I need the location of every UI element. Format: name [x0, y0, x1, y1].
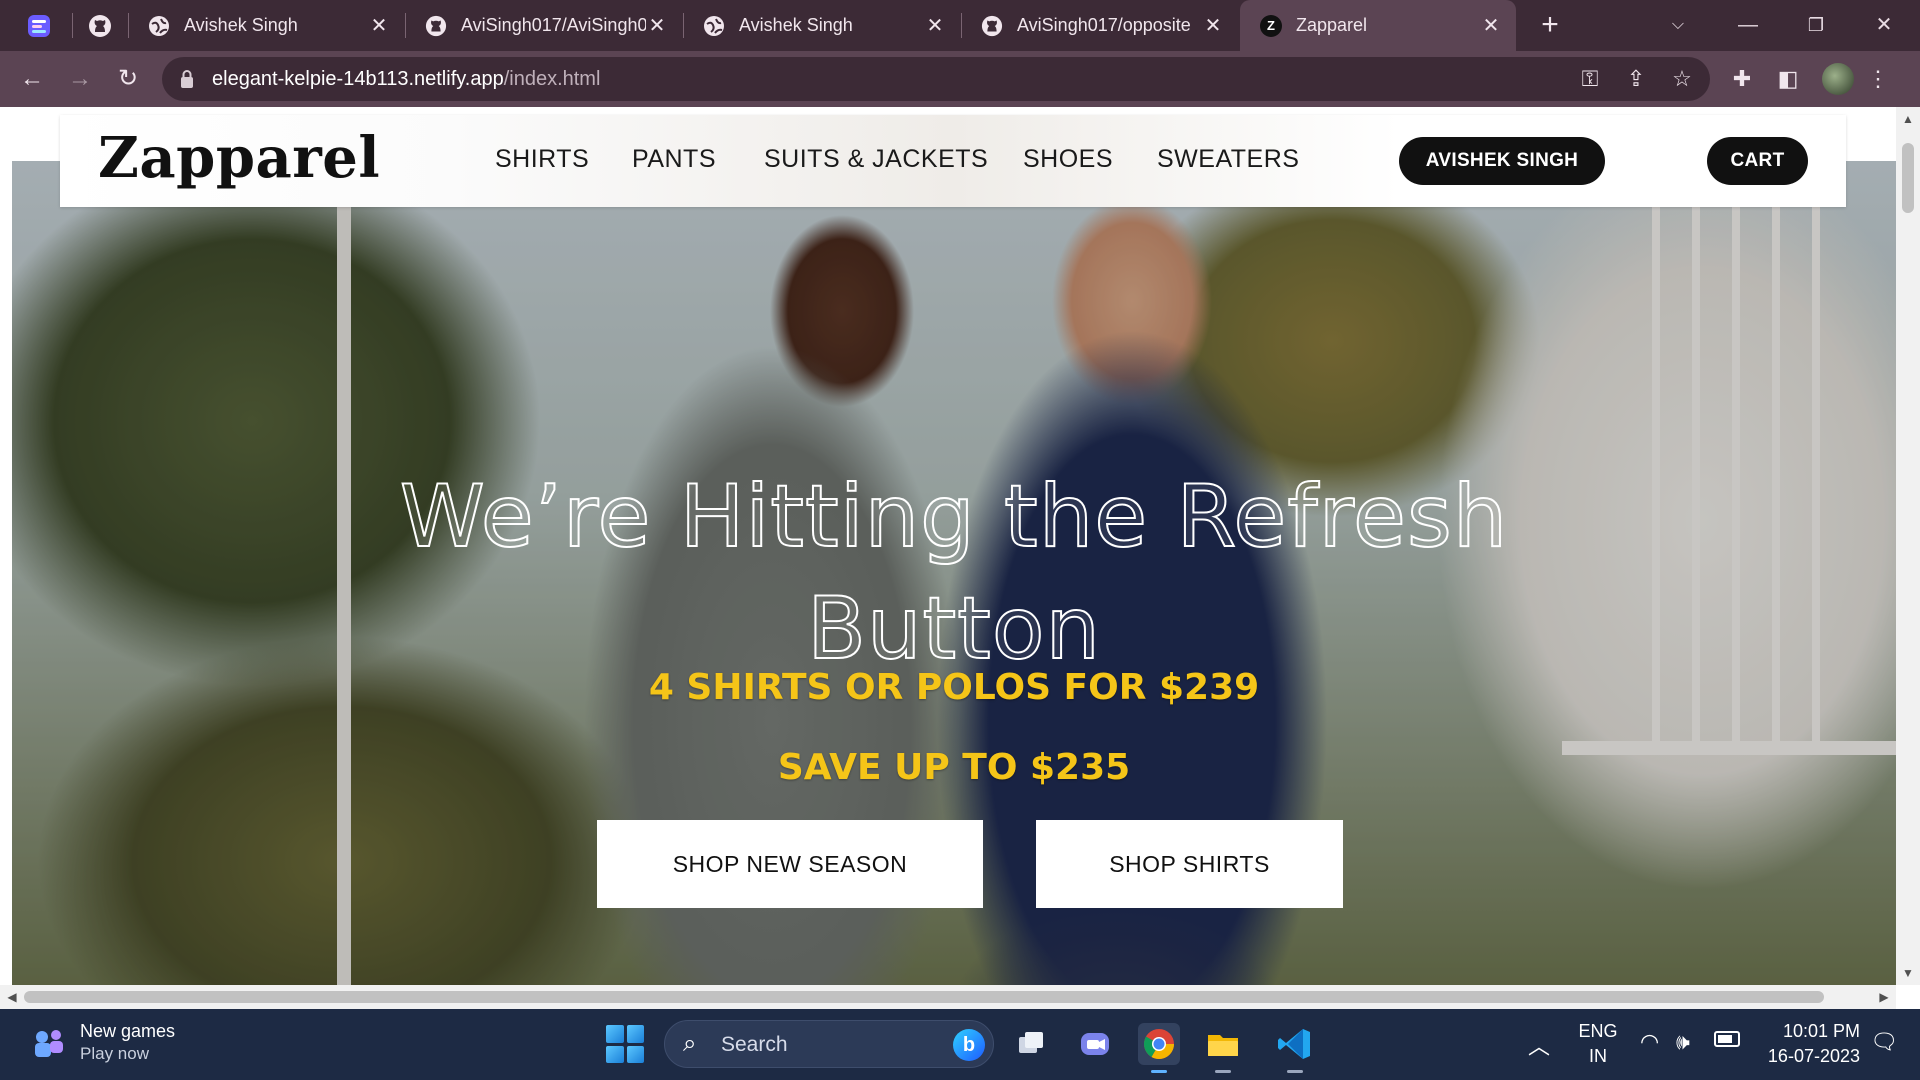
scroll-up-arrow-icon[interactable]: ▲ — [1896, 107, 1920, 131]
url-host: elegant-kelpie-14b113.netlify.app — [212, 68, 504, 90]
nav-link-shirts[interactable]: SHIRTS — [495, 145, 589, 174]
active-app-indicator — [1151, 1070, 1167, 1073]
tab-zapparel[interactable]: Z Zapparel ✕ — [1240, 0, 1516, 51]
taskbar-search[interactable]: ⌕ Search b — [664, 1020, 994, 1068]
cart-button[interactable]: CART — [1707, 137, 1808, 185]
games-widget-icon — [35, 1029, 63, 1057]
bing-icon[interactable]: b — [953, 1029, 985, 1061]
new-tab-button[interactable]: + — [1535, 10, 1565, 40]
user-account-button[interactable]: AVISHEK SINGH — [1399, 137, 1605, 185]
horizontal-scrollbar[interactable]: ◀ ▶ — [0, 985, 1896, 1009]
teams-chat-icon[interactable] — [1074, 1023, 1116, 1065]
notification-icon[interactable]: 🗨 — [1870, 1029, 1898, 1055]
browser-tab-strip: Avishek Singh ✕ AviSingh017/AviSingh017 … — [0, 0, 1920, 51]
scroll-down-arrow-icon[interactable]: ▼ — [1896, 961, 1920, 985]
games-widget[interactable]: New games Play now — [30, 1021, 175, 1064]
games-widget-subtitle: Play now — [80, 1044, 149, 1063]
tab-github-avisingh017[interactable]: AviSingh017/AviSingh017 ✕ — [405, 0, 682, 51]
url-path: /index.html — [503, 68, 601, 90]
search-placeholder: Search — [721, 1033, 788, 1056]
tab-close-icon[interactable]: ✕ — [924, 15, 946, 37]
tab-close-icon[interactable]: ✕ — [646, 15, 668, 37]
promo-line-1: 4 SHIRTS OR POLOS FOR $239 — [648, 667, 1260, 708]
tab-avishek-singh-1[interactable]: Avishek Singh ✕ — [128, 0, 404, 51]
clock[interactable]: 10:01 PM 16-07-2023 — [1760, 1021, 1860, 1067]
close-window-button[interactable]: ✕ — [1866, 8, 1902, 42]
address-bar[interactable]: elegant-kelpie-14b113.netlify.app/index.… — [162, 57, 1710, 101]
page-viewport: We’re Hitting the Refresh Button 4 SHIRT… — [0, 107, 1896, 985]
show-hidden-icons-chevron-icon[interactable]: ︿ — [1528, 1029, 1550, 1061]
tab-avishek-singh-2[interactable]: Avishek Singh ✕ — [683, 0, 960, 51]
file-explorer-icon[interactable] — [1202, 1023, 1244, 1073]
github-icon[interactable] — [88, 14, 112, 38]
tab-separator — [72, 13, 73, 38]
restore-button[interactable]: ❐ — [1798, 8, 1834, 42]
tab-github-opposite[interactable]: AviSingh017/opposite ✕ — [961, 0, 1238, 51]
key-icon[interactable]: ⚿ — [1576, 65, 1604, 93]
back-arrow-icon[interactable]: ← — [14, 61, 50, 97]
search-icon: ⌕ — [683, 1030, 697, 1057]
nav-link-sweaters[interactable]: SWEATERS — [1157, 145, 1299, 174]
battery-icon[interactable] — [1714, 1031, 1740, 1047]
tab-search-chevron-icon[interactable]: ⌵ — [1660, 8, 1696, 42]
url-text: elegant-kelpie-14b113.netlify.app/index.… — [212, 68, 600, 91]
shop-shirts-button[interactable]: SHOP SHIRTS — [1036, 820, 1343, 908]
task-view-icon[interactable] — [1010, 1023, 1052, 1065]
open-app-indicator — [1287, 1070, 1303, 1073]
chrome-icon[interactable] — [1138, 1023, 1180, 1073]
site-logo[interactable]: Zapparel — [98, 125, 380, 191]
share-icon[interactable]: ⇪ — [1622, 65, 1650, 93]
open-app-indicator — [1215, 1070, 1231, 1073]
clock-time: 10:01 PM — [1782, 1021, 1860, 1041]
browser-toolbar: ← → ↻ elegant-kelpie-14b113.netlify.app/… — [0, 51, 1920, 107]
tab-title: Avishek Singh — [739, 15, 853, 35]
start-windows-icon[interactable] — [606, 1025, 644, 1063]
github-icon — [981, 15, 1003, 36]
tab-title: AviSingh017/opposite — [1017, 15, 1191, 35]
globe-icon — [149, 15, 169, 36]
hero-headline: We’re Hitting the Refresh Button — [12, 461, 1896, 685]
github-icon — [425, 15, 447, 36]
nav-link-pants[interactable]: PANTS — [632, 145, 716, 174]
shop-new-season-button[interactable]: SHOP NEW SEASON — [597, 820, 983, 908]
region-code: IN — [1589, 1046, 1607, 1066]
side-panel-icon[interactable]: ◧ — [1772, 63, 1804, 95]
minimize-button[interactable]: — — [1730, 8, 1766, 42]
windows-taskbar: New games Play now ⌕ Search b ︿ ENG IN ◠… — [0, 1009, 1920, 1080]
tab-close-icon[interactable]: ✕ — [1202, 15, 1224, 37]
tab-close-icon[interactable]: ✕ — [368, 15, 390, 37]
nav-link-shoes[interactable]: SHOES — [1023, 145, 1113, 174]
volume-icon[interactable]: 🕪 — [1676, 1029, 1690, 1055]
nav-link-suits-jackets[interactable]: SUITS & JACKETS — [764, 145, 988, 174]
vscode-icon[interactable] — [1274, 1023, 1316, 1073]
vertical-scrollbar[interactable]: ▲ ▼ — [1896, 107, 1920, 985]
zapparel-favicon: Z — [1260, 14, 1282, 37]
hero-headline-line-1: We’re Hitting the Refresh — [399, 466, 1509, 568]
games-widget-title: New games — [80, 1021, 176, 1041]
scroll-left-arrow-icon[interactable]: ◀ — [0, 985, 24, 1009]
language-indicator[interactable]: ENG IN — [1578, 1021, 1618, 1067]
language-code: ENG — [1578, 1021, 1618, 1041]
tab-title: Avishek Singh — [184, 15, 298, 35]
lock-icon[interactable] — [180, 69, 194, 89]
scroll-right-arrow-icon[interactable]: ▶ — [1872, 985, 1896, 1009]
site-header: Zapparel SHIRTS PANTS SUITS & JACKETS SH… — [60, 115, 1846, 207]
wifi-icon[interactable]: ◠ — [1640, 1029, 1659, 1055]
forward-arrow-icon[interactable]: → — [62, 61, 98, 97]
horizontal-scroll-thumb[interactable] — [24, 991, 1824, 1003]
clock-date: 16-07-2023 — [1767, 1046, 1860, 1066]
app-launcher-icon[interactable] — [26, 13, 52, 39]
reload-icon[interactable]: ↻ — [110, 61, 146, 97]
hero-banner: We’re Hitting the Refresh Button 4 SHIRT… — [12, 161, 1896, 985]
globe-icon — [704, 15, 724, 36]
bookmark-star-icon[interactable]: ☆ — [1668, 65, 1696, 93]
extensions-puzzle-icon[interactable]: ✚ — [1726, 63, 1758, 95]
promo-line-2: SAVE UP TO $235 — [777, 747, 1131, 788]
vertical-scroll-thumb[interactable] — [1902, 143, 1914, 213]
tab-title: Zapparel — [1296, 15, 1368, 35]
tab-title: AviSingh017/AviSingh017 — [461, 15, 646, 35]
tab-close-icon[interactable]: ✕ — [1480, 15, 1502, 37]
profile-avatar[interactable] — [1822, 63, 1854, 95]
kebab-menu-icon[interactable]: ⋮ — [1862, 63, 1894, 95]
